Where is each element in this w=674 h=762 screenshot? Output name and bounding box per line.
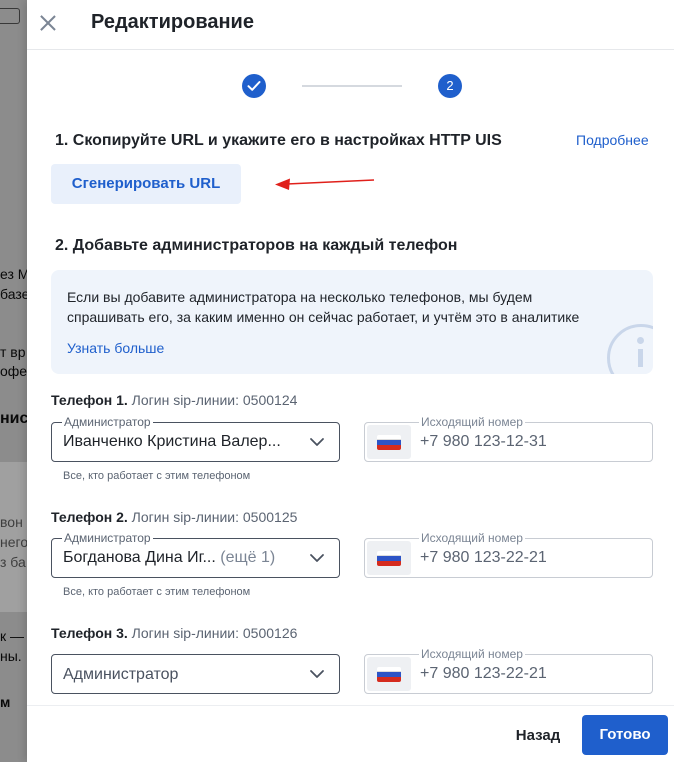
info-icon: [607, 324, 653, 374]
info-banner: Если вы добавите администратора на неско…: [51, 270, 653, 374]
outgoing-number-value: +7 980 123-22-21: [420, 665, 547, 682]
outgoing-number-value: +7 980 123-12-31: [420, 433, 547, 450]
check-icon: [247, 81, 261, 91]
country-selector[interactable]: [367, 425, 411, 459]
phone-1-admin-select[interactable]: Администратор Иванченко Кристина Валер..…: [51, 415, 340, 462]
phone-3-admin-select[interactable]: Администратор: [51, 654, 340, 694]
admin-placeholder: Администратор: [63, 666, 179, 683]
phone-1-hint: Все, кто работает с этим телефоном: [63, 470, 251, 482]
chevron-down-icon: [310, 670, 324, 678]
info-text: Если вы добавите администратора на неско…: [67, 289, 580, 325]
russia-flag-icon: [377, 667, 401, 682]
generate-url-button[interactable]: Сгенерировать URL: [51, 164, 241, 204]
phone-2-hint: Все, кто работает с этим телефоном: [63, 586, 251, 598]
phone-3-title: Телефон 3. Логин sip-линии: 0500126: [51, 625, 297, 641]
phone-2-title: Телефон 2. Логин sip-линии: 0500125: [51, 509, 297, 525]
outgoing-number-label: Исходящий номер: [419, 415, 525, 429]
back-button[interactable]: Назад: [503, 718, 573, 754]
outgoing-number-value: +7 980 123-22-21: [420, 549, 547, 566]
admin-extra-count: (ещё 1): [220, 549, 276, 566]
admin-selected-value: Богданова Дина Иг... (ещё 1): [63, 549, 276, 566]
phone-2-login: Логин sip-линии: 0500125: [131, 509, 298, 525]
phone-3-label: Телефон 3.: [51, 625, 128, 641]
phone-1-label: Телефон 1.: [51, 392, 128, 408]
edit-drawer: Редактирование 2 1. Скопируйте URL и ука…: [27, 0, 674, 762]
chevron-down-icon: [310, 554, 324, 562]
phone-2-label: Телефон 2.: [51, 509, 128, 525]
russia-flag-icon: [377, 435, 401, 450]
step-2-current: 2: [438, 74, 462, 98]
phone-3-outgoing-number-field[interactable]: Исходящий номер +7 980 123-22-21: [364, 647, 653, 694]
chevron-down-icon: [310, 438, 324, 446]
phone-3-login: Логин sip-линии: 0500126: [131, 625, 298, 641]
learn-more-link[interactable]: Узнать больше: [67, 340, 164, 356]
admin-field-label: Администратор: [62, 531, 153, 545]
section-2-title: 2. Добавьте администраторов на каждый те…: [55, 237, 458, 254]
section-1-title: 1. Скопируйте URL и укажите его в настро…: [55, 132, 502, 149]
phone-1-title: Телефон 1. Логин sip-линии: 0500124: [51, 392, 297, 408]
done-button[interactable]: Готово: [582, 715, 668, 755]
phone-1-outgoing-number-field[interactable]: Исходящий номер +7 980 123-12-31: [364, 415, 653, 462]
phone-2-outgoing-number-field[interactable]: Исходящий номер +7 980 123-22-21: [364, 531, 653, 578]
phone-1-login: Логин sip-линии: 0500124: [131, 392, 298, 408]
annotation-arrow-icon: [275, 178, 375, 190]
drawer-footer: Назад Готово: [27, 705, 674, 762]
step-1-completed: [242, 74, 266, 98]
phone-2-admin-select[interactable]: Администратор Богданова Дина Иг... (ещё …: [51, 531, 340, 578]
drawer-title: Редактирование: [91, 11, 254, 33]
more-info-link[interactable]: Подробнее: [576, 132, 649, 148]
drawer-header: Редактирование: [27, 0, 674, 50]
outgoing-number-label: Исходящий номер: [419, 647, 525, 661]
country-selector[interactable]: [367, 541, 411, 575]
background-block: [0, 462, 27, 612]
close-icon[interactable]: [37, 12, 59, 34]
outgoing-number-label: Исходящий номер: [419, 531, 525, 545]
admin-field-label: Администратор: [62, 415, 153, 429]
admin-selected-value: Иванченко Кристина Валер...: [63, 433, 281, 450]
russia-flag-icon: [377, 551, 401, 566]
country-selector[interactable]: [367, 657, 411, 691]
stepper-connector: [302, 85, 402, 87]
